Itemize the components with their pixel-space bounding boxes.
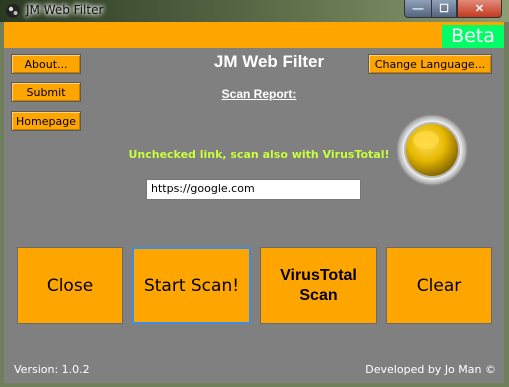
homepage-button[interactable]: Homepage — [11, 111, 81, 131]
minimize-button[interactable]: — — [404, 0, 431, 18]
about-button[interactable]: About... — [11, 54, 81, 74]
submit-button[interactable]: Submit — [11, 82, 81, 102]
virustotal-hint: Unchecked link, scan also with VirusTota… — [128, 148, 390, 161]
main-panel: Beta About... Submit Homepage JM Web Fil… — [4, 22, 504, 383]
window-title: JM Web Filter — [26, 3, 104, 17]
virustotal-scan-label-line1: VirusTotal — [280, 266, 357, 284]
start-scan-button[interactable]: Start Scan! — [132, 247, 251, 324]
app-logo-icon — [6, 4, 20, 18]
close-window-button[interactable]: ✕ — [457, 0, 502, 18]
close-button[interactable]: Close — [17, 247, 123, 324]
app-title: JM Web Filter — [213, 52, 325, 71]
virustotal-scan-button[interactable]: VirusTotal Scan — [260, 247, 377, 324]
title-bar[interactable]: JM Web Filter — ☐ ✕ — [0, 0, 509, 22]
close-icon: ✕ — [474, 3, 485, 15]
clear-button[interactable]: Clear — [386, 247, 492, 324]
url-input[interactable]: https://google.com — [146, 179, 361, 200]
minimize-icon: — — [412, 2, 424, 15]
maximize-icon: ☐ — [439, 3, 449, 15]
developer-credit: Developed by Jo Man © — [365, 363, 496, 376]
beta-badge: Beta — [442, 25, 504, 48]
window-frame-bottom — [0, 383, 509, 387]
top-banner — [4, 22, 504, 48]
virustotal-scan-label-line2: Scan — [299, 286, 338, 304]
scan-report-label: Scan Report: — [221, 87, 297, 101]
maximize-button[interactable]: ☐ — [431, 0, 457, 18]
status-light-icon — [396, 114, 468, 186]
change-language-button[interactable]: Change Language... — [368, 54, 492, 74]
window-frame-right — [504, 22, 509, 387]
version-label: Version: 1.0.2 — [14, 363, 90, 376]
